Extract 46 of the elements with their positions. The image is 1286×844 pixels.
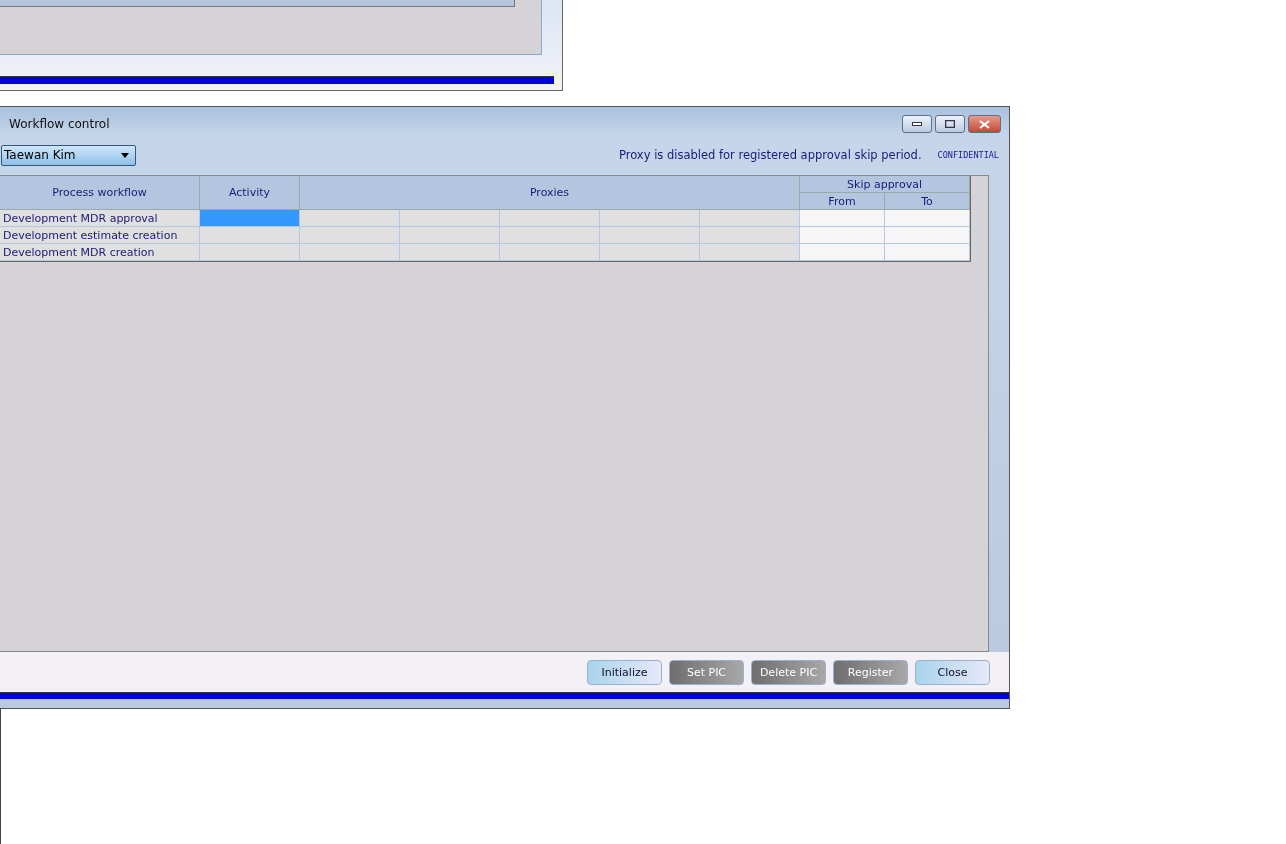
classification-label: CONFIDENTIAL — [937, 150, 999, 160]
notice-text: Proxy is disabled for registered approval skip period. — [618, 148, 922, 162]
column-header: Proxies — [300, 176, 800, 210]
table-cell[interactable] — [600, 210, 700, 227]
table-cell[interactable] — [885, 210, 970, 227]
window-title: Workflow control — [9, 117, 110, 131]
table-cell[interactable] — [800, 227, 885, 244]
maximize-button[interactable] — [935, 115, 965, 133]
table-cell[interactable] — [300, 244, 400, 261]
table-cell[interactable] — [600, 227, 700, 244]
table-cell[interactable] — [200, 227, 300, 244]
table-cell[interactable] — [200, 210, 300, 227]
column-header: To — [885, 193, 970, 210]
table-cell[interactable] — [700, 244, 800, 261]
table-cell[interactable] — [200, 244, 300, 261]
table-cell[interactable] — [700, 227, 800, 244]
column-header: Process workflow — [0, 176, 200, 210]
minimize-button[interactable] — [902, 115, 932, 133]
caret-icon — [121, 152, 129, 158]
table-cell[interactable] — [500, 244, 600, 261]
table-cell: Development MDR creation — [0, 244, 200, 261]
table-cell[interactable] — [500, 210, 600, 227]
close-button[interactable] — [968, 115, 1001, 133]
column-header: Activity — [200, 176, 300, 210]
table-cell[interactable] — [700, 210, 800, 227]
action-button[interactable]: Initialize — [587, 659, 662, 685]
column-header: Skip approval — [800, 176, 970, 193]
table-cell[interactable] — [800, 244, 885, 261]
table-cell: Development estimate creation — [0, 227, 200, 244]
action-button[interactable]: Close — [915, 659, 990, 685]
table-cell[interactable] — [400, 244, 500, 261]
table-cell[interactable] — [300, 210, 400, 227]
minimize-icon — [912, 122, 922, 126]
table-cell[interactable] — [500, 227, 600, 244]
table-cell[interactable] — [600, 244, 700, 261]
table-cell[interactable] — [400, 210, 500, 227]
column-header: From — [800, 193, 885, 210]
user-dropdown[interactable]: Taewan Kim — [1, 144, 136, 166]
maximize-icon — [945, 120, 955, 128]
table-cell[interactable] — [800, 210, 885, 227]
table-cell: Development MDR approval — [0, 210, 200, 227]
table-cell[interactable] — [885, 227, 970, 244]
table-cell[interactable] — [300, 227, 400, 244]
table-cell[interactable] — [885, 244, 970, 261]
table-cell[interactable] — [400, 227, 500, 244]
close-icon — [979, 119, 990, 129]
